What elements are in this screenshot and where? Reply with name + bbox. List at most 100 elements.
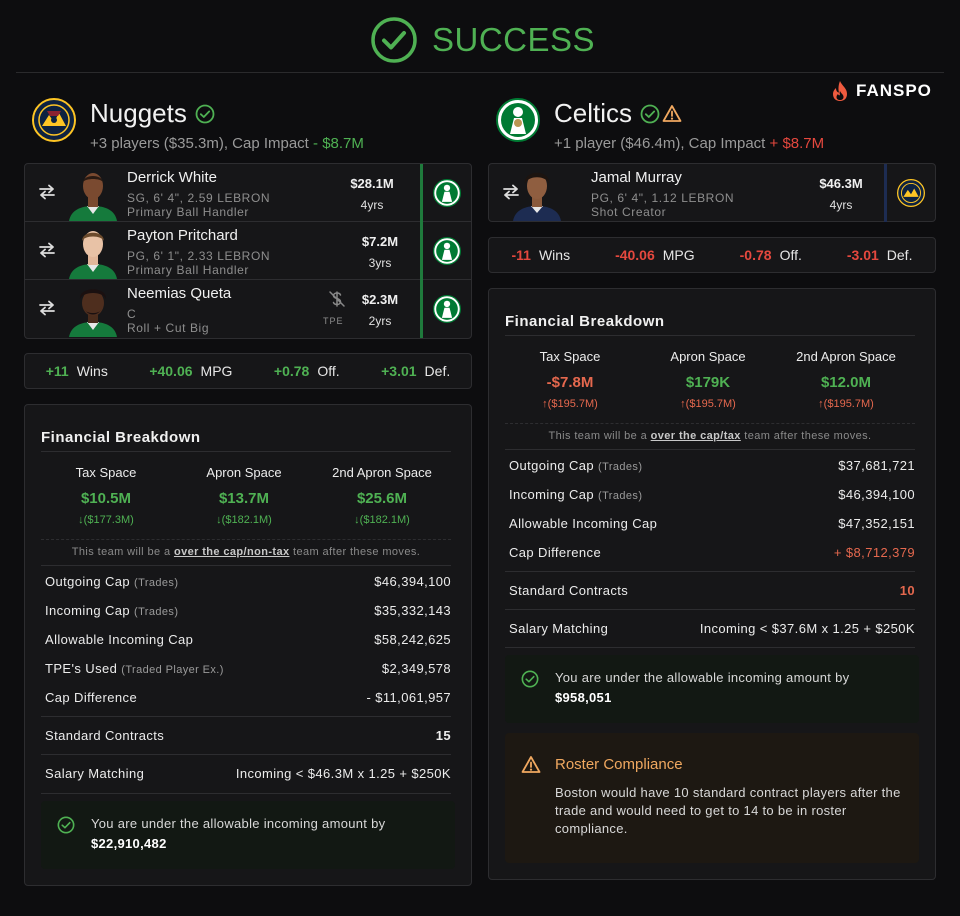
row-value: $2,349,578 xyxy=(381,661,451,676)
stat-label: Wins xyxy=(538,247,571,263)
check-circle-icon xyxy=(195,104,215,123)
divider xyxy=(505,609,915,610)
player-name[interactable]: Neemias Queta xyxy=(127,285,231,302)
row-value: 15 xyxy=(435,728,451,743)
player-name[interactable]: Derrick White xyxy=(127,169,217,186)
player-headshot xyxy=(67,282,119,337)
outgoing-cap-row: Outgoing Cap (Trades) $37,681,721 xyxy=(509,458,915,473)
divider xyxy=(41,565,451,566)
player-row[interactable]: Payton Pritchard PG, 6' 1", 2.33 LEBRON … xyxy=(25,222,471,280)
row-label: Cap Difference xyxy=(509,545,601,560)
row-label: Allowable Incoming Cap xyxy=(509,516,657,531)
player-headshot xyxy=(67,166,119,221)
brand-logo[interactable]: FANSPO xyxy=(830,80,932,102)
divider xyxy=(41,716,451,717)
player-name[interactable]: Jamal Murray xyxy=(591,169,682,186)
stat-mpg: +40.06 MPG xyxy=(149,363,232,379)
nuggets-cap-impact: - $8.7M xyxy=(313,135,364,152)
stat-off: +0.78 Off. xyxy=(274,363,340,379)
player-row[interactable]: Derrick White SG, 6' 4", 2.59 LEBRON Pri… xyxy=(25,164,471,222)
check-circle-icon xyxy=(521,670,539,688)
row-value: Incoming < $46.3M x 1.25 + $250K xyxy=(235,766,451,781)
space-value: $13.7M xyxy=(218,490,270,507)
stat-off: -0.78 Off. xyxy=(740,247,802,263)
row-value: $47,352,151 xyxy=(838,516,915,531)
stat-value: +0.78 xyxy=(273,363,310,379)
swap-icon[interactable] xyxy=(37,242,57,258)
stat-wins: +11 Wins xyxy=(46,363,108,379)
player-name[interactable]: Payton Pritchard xyxy=(127,227,238,244)
cap-difference-row: Cap Difference + $8,712,379 xyxy=(509,545,915,560)
stat-value: -0.78 xyxy=(739,247,772,263)
message-text: You are under the allowable incoming amo… xyxy=(555,668,905,708)
row-sublabel: (Trades) xyxy=(598,490,643,502)
row-sublabel: (Traded Player Ex.) xyxy=(121,664,224,676)
message-amount: $22,910,482 xyxy=(91,836,167,851)
cap-status-link[interactable]: over the cap/tax xyxy=(651,430,741,442)
divider xyxy=(41,451,451,452)
player-role: Shot Creator xyxy=(591,205,667,219)
space-value: $12.0M xyxy=(820,374,872,391)
no-money-icon xyxy=(329,291,345,307)
cap-status-note: This team will be a over the cap/tax tea… xyxy=(505,430,915,442)
tpe-label: TPE xyxy=(323,316,344,326)
stat-label: Def. xyxy=(424,363,451,379)
row-sublabel: (Trades) xyxy=(134,577,179,589)
stat-value: -11 xyxy=(511,247,531,263)
space-label: Tax Space xyxy=(75,465,137,480)
under-allowable-message: You are under the allowable incoming amo… xyxy=(505,655,919,723)
space-label: Tax Space xyxy=(539,349,601,364)
nuggets-logo xyxy=(887,164,935,222)
standard-contracts-row: Standard Contracts 10 xyxy=(509,583,915,598)
celtics-cap-impact: + $8.7M xyxy=(769,135,825,152)
row-label: Outgoing Cap (Trades) xyxy=(45,574,178,589)
note-text: This team will be a xyxy=(548,430,648,442)
stat-label: MPG xyxy=(662,247,695,263)
nuggets-financial-breakdown: Financial Breakdown Tax Space $10.5M ↓($… xyxy=(24,404,472,886)
under-allowable-message: You are under the allowable incoming amo… xyxy=(41,801,455,869)
row-value: + $8,712,379 xyxy=(833,545,915,560)
row-value: - $11,061,957 xyxy=(366,690,451,705)
space-label: Apron Space xyxy=(206,465,282,480)
cap-status-link[interactable]: over the cap/non-tax xyxy=(174,546,290,558)
incoming-cap-row: Incoming Cap (Trades) $35,332,143 xyxy=(45,603,451,618)
celtics-header: Celtics +1 player ($46.4m), Cap Impact +… xyxy=(496,98,824,152)
space-threshold-value: ($182.1M) xyxy=(359,514,410,526)
space-value: -$7.8M xyxy=(546,374,594,391)
nuggets-logo xyxy=(32,98,76,142)
player-years: 4yrs xyxy=(829,198,853,212)
celtics-summary-text: +1 player ($46.4m), Cap Impact xyxy=(554,135,766,152)
row-value: Incoming < $37.6M x 1.25 + $250K xyxy=(699,621,915,636)
row-label-text: Incoming Cap xyxy=(45,603,131,618)
player-salary: $2.3M xyxy=(361,292,399,307)
player-row[interactable]: Neemias Queta C Roll + Cut Big TPE $2.3M… xyxy=(25,280,471,338)
player-salary: $7.2M xyxy=(361,234,399,249)
stat-def: -3.01 Def. xyxy=(847,247,913,263)
player-salary: $28.1M xyxy=(350,176,394,191)
row-label-text: Allowable Incoming Cap xyxy=(509,516,658,531)
celtics-team-name: Celtics xyxy=(554,98,633,128)
player-info: C xyxy=(127,307,137,321)
tax-space: Tax Space $10.5M ↓($177.3M) xyxy=(36,465,176,526)
celtics-logo xyxy=(496,98,540,142)
swap-icon[interactable] xyxy=(37,184,57,200)
message-text: You are under the allowable incoming amo… xyxy=(91,814,441,854)
divider xyxy=(41,754,451,755)
row-label: Standard Contracts xyxy=(45,728,165,743)
stat-label: Def. xyxy=(886,247,913,263)
stat-label: Off. xyxy=(779,247,802,263)
space-value: $25.6M xyxy=(356,490,408,507)
player-years: 2yrs xyxy=(368,314,392,328)
celtics-financial-breakdown: Financial Breakdown Tax Space -$7.8M ↑($… xyxy=(488,288,936,880)
note-text: team after these moves. xyxy=(744,430,872,442)
cap-status-note: This team will be a over the cap/non-tax… xyxy=(41,546,451,558)
apron-space: Apron Space $179K ↑($195.7M) xyxy=(638,349,778,410)
stat-wins: -11 Wins xyxy=(511,247,570,263)
swap-icon[interactable] xyxy=(37,300,57,316)
warning-icon xyxy=(662,104,682,122)
message-body: You are under the allowable incoming amo… xyxy=(555,670,850,685)
row-label-text: Cap Difference xyxy=(45,690,138,705)
space-label: Apron Space xyxy=(670,349,746,364)
player-row[interactable]: Jamal Murray PG, 6' 4", 1.12 LEBRON Shot… xyxy=(489,164,935,222)
stat-mpg: -40.06 MPG xyxy=(615,247,695,263)
